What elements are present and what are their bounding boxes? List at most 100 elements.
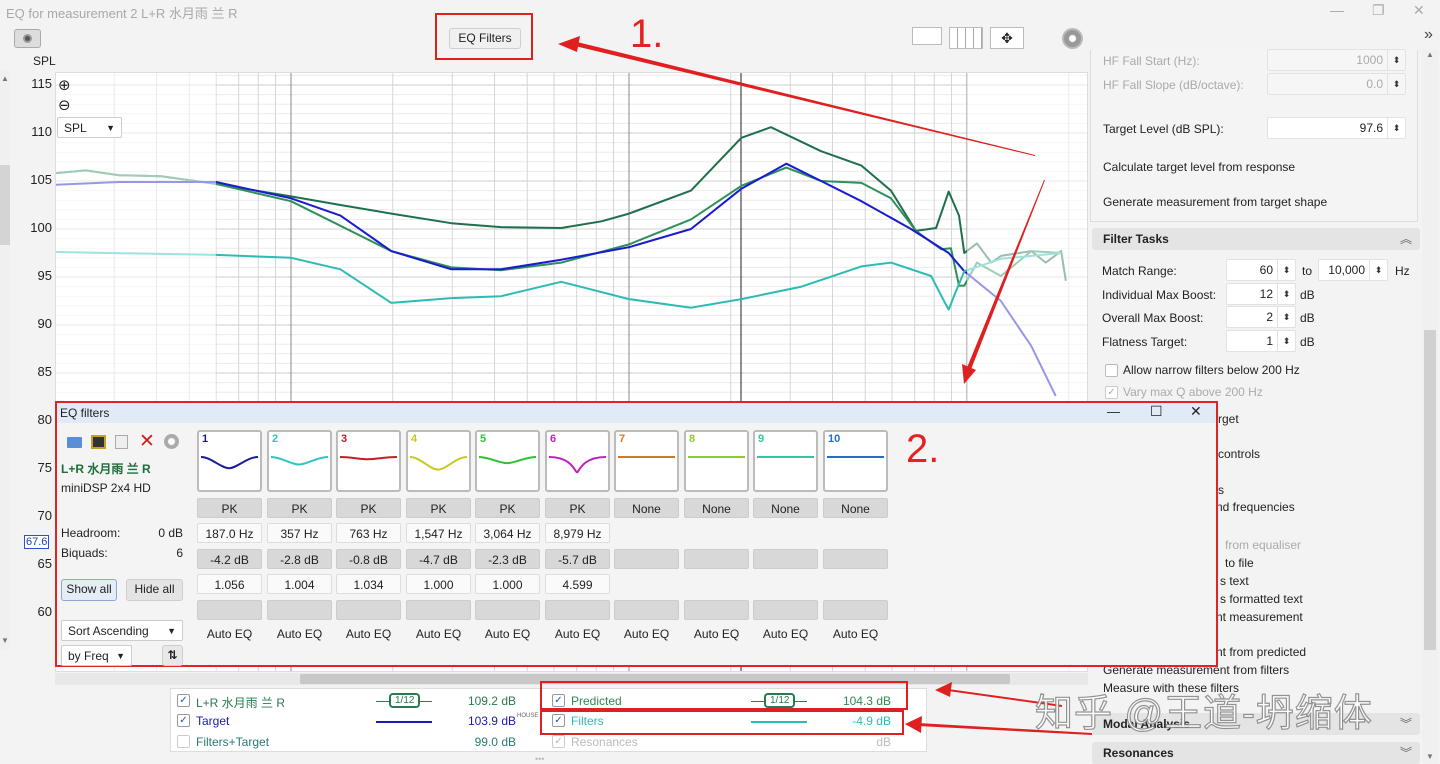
flatness-input[interactable]: 1 ⬍ [1226, 330, 1296, 352]
copy-icon[interactable] [115, 435, 128, 449]
filter-frequency[interactable]: 1,547 Hz [406, 523, 471, 543]
filter-mode[interactable]: Auto EQ [753, 624, 818, 644]
hide-all-button[interactable]: Hide all [126, 579, 183, 601]
task-fragment[interactable]: s formatted text [1220, 592, 1303, 606]
spinner-icon[interactable]: ⬍ [1387, 50, 1405, 70]
generate-from-target-button[interactable]: Generate measurement from target shape [1103, 195, 1327, 209]
task-fragment[interactable]: s text [1220, 574, 1249, 588]
filter-frequency[interactable]: 8,979 Hz [545, 523, 610, 543]
filter-type[interactable]: PK [545, 498, 610, 518]
minimize-button[interactable]: — [1330, 2, 1344, 18]
filter-type[interactable]: None [823, 498, 888, 518]
single-graph-icon[interactable] [912, 27, 942, 45]
close-button[interactable]: ✕ [1413, 2, 1425, 19]
spinner-icon[interactable]: ⬍ [1277, 331, 1295, 351]
filter-frequency[interactable]: 3,064 Hz [475, 523, 540, 543]
filter-q[interactable]: 1.004 [267, 574, 332, 594]
filter-mode[interactable]: Auto EQ [267, 624, 332, 644]
hf-fall-slope-input[interactable]: 0.0 ⬍ [1267, 73, 1406, 95]
spinner-icon[interactable]: ⬍ [1387, 118, 1405, 138]
checkbox-resonances[interactable]: ✓ [552, 735, 565, 748]
filter-response-preview[interactable]: 3 [336, 430, 401, 492]
settings-gear-icon[interactable] [164, 434, 179, 449]
task-fragment[interactable]: controls [1218, 447, 1260, 461]
gear-icon[interactable] [1062, 28, 1083, 49]
spinner-icon[interactable]: ⬍ [1277, 260, 1295, 280]
resonances-header[interactable]: Resonances ︾ [1092, 742, 1420, 764]
filter-gain[interactable]: -5.7 dB [545, 549, 610, 569]
sort-order-select[interactable]: Sort Ascending ▼ [61, 620, 183, 641]
filter-type[interactable]: PK [267, 498, 332, 518]
task-fragment[interactable]: nd frequencies [1216, 500, 1295, 514]
calc-target-level-button[interactable]: Calculate target level from response [1103, 160, 1295, 174]
zoom-in-icon[interactable]: ⊕ [58, 76, 71, 94]
filter-type[interactable]: None [614, 498, 679, 518]
task-fragment[interactable]: rget [1218, 412, 1239, 426]
spinner-icon[interactable]: ⬍ [1369, 260, 1387, 280]
ind-max-boost-input[interactable]: 12 ⬍ [1226, 283, 1296, 305]
filter-type[interactable]: PK [475, 498, 540, 518]
all-graphs-icon[interactable] [949, 27, 983, 49]
allow-narrow-checkbox[interactable] [1105, 364, 1118, 377]
target-level-input[interactable]: 97.6 ⬍ [1267, 117, 1406, 139]
filter-response-preview[interactable]: 7 [614, 430, 679, 492]
overall-max-boost-input[interactable]: 2 ⬍ [1226, 306, 1296, 328]
eq-filters-button[interactable]: EQ Filters [449, 28, 521, 49]
filter-type[interactable]: PK [406, 498, 471, 518]
task-fragment[interactable]: nt from predicted [1216, 645, 1306, 659]
vary-q-checkbox[interactable]: ✓ [1105, 386, 1118, 399]
filter-type[interactable]: PK [197, 498, 262, 518]
filter-q[interactable]: 4.599 [545, 574, 610, 594]
filter-mode[interactable]: Auto EQ [475, 624, 540, 644]
sort-direction-icon[interactable]: ⇅ [162, 645, 183, 666]
filter-mode[interactable]: Auto EQ [336, 624, 401, 644]
restore-button[interactable]: ❐ [1372, 2, 1385, 19]
save-icon[interactable] [91, 435, 106, 449]
filter-mode[interactable]: Auto EQ [823, 624, 888, 644]
filter-response-preview[interactable]: 8 [684, 430, 749, 492]
filter-gain[interactable]: -2.3 dB [475, 549, 540, 569]
spinner-icon[interactable]: ⬍ [1277, 307, 1295, 327]
vertical-scrollbar[interactable]: ▲ ▼ [0, 70, 10, 650]
filter-gain[interactable]: -0.8 dB [336, 549, 401, 569]
equaliser-name[interactable]: miniDSP 2x4 HD [61, 481, 151, 495]
filter-response-preview[interactable]: 5 [475, 430, 540, 492]
delete-icon[interactable]: ✕ [139, 430, 155, 453]
filter-mode[interactable]: Auto EQ [197, 624, 262, 644]
filter-frequency[interactable]: 357 Hz [267, 523, 332, 543]
filter-mode[interactable]: Auto EQ [545, 624, 610, 644]
open-folder-icon[interactable] [67, 437, 82, 448]
sort-by-select[interactable]: by Freq ▼ [61, 645, 132, 666]
filter-mode[interactable]: Auto EQ [684, 624, 749, 644]
chart-mode-select[interactable]: SPL ▼ [57, 117, 122, 138]
filter-response-preview[interactable]: 2 [267, 430, 332, 492]
spinner-icon[interactable]: ⬍ [1387, 74, 1405, 94]
filter-type[interactable]: PK [336, 498, 401, 518]
match-from-input[interactable]: 60 ⬍ [1226, 259, 1296, 281]
smoothing-badge[interactable]: 1/12 [389, 693, 421, 708]
filter-q[interactable]: 1.056 [197, 574, 262, 594]
filter-gain[interactable]: -2.8 dB [267, 549, 332, 569]
dialog-maximize-button[interactable]: ☐ [1150, 403, 1163, 420]
filter-mode[interactable]: Auto EQ [614, 624, 679, 644]
filter-response-preview[interactable]: 1 [197, 430, 262, 492]
task-fragment[interactable]: nt measurement [1216, 610, 1303, 624]
spinner-icon[interactable]: ⬍ [1277, 284, 1295, 304]
filter-response-preview[interactable]: 6 [545, 430, 610, 492]
filter-response-preview[interactable]: 4 [406, 430, 471, 492]
filter-gain[interactable]: -4.7 dB [406, 549, 471, 569]
camera-icon[interactable] [14, 29, 41, 48]
filter-q[interactable]: 1.000 [406, 574, 471, 594]
match-to-input[interactable]: 10,000 ⬍ [1318, 259, 1388, 281]
dialog-title-bar[interactable]: EQ filters — ☐ ✕ [57, 403, 1216, 423]
task-fragment[interactable]: s [1218, 483, 1224, 497]
checkbox-target[interactable]: ✓ [177, 714, 190, 727]
expand-panel-button[interactable]: » [1424, 26, 1433, 44]
filter-response-preview[interactable]: 9 [753, 430, 818, 492]
filter-frequency[interactable]: 763 Hz [336, 523, 401, 543]
show-all-button[interactable]: Show all [61, 579, 117, 601]
task-fragment[interactable]: to file [1225, 556, 1254, 570]
right-scrollbar[interactable]: ▲ ▼ [1422, 50, 1438, 764]
filter-response-preview[interactable]: 10 [823, 430, 888, 492]
filter-tasks-header[interactable]: Filter Tasks ︽ [1092, 228, 1420, 250]
